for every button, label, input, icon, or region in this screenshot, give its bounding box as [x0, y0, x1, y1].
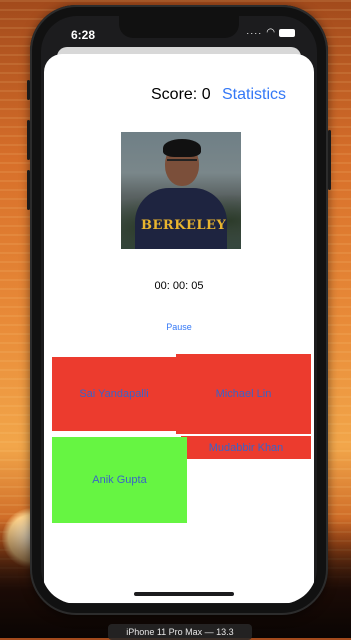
- pause-button[interactable]: Pause: [44, 322, 314, 332]
- volume-up-button: [27, 120, 30, 160]
- answer-option-2[interactable]: Michael Lin: [176, 354, 311, 434]
- power-button: [328, 130, 331, 190]
- answer-option-4[interactable]: Anik Gupta: [52, 437, 187, 523]
- answer-option-1[interactable]: Sai Yandapalli: [52, 357, 176, 431]
- volume-down-button: [27, 170, 30, 210]
- phone-screen: 6:28 ···· ◠ Score: 0 Statistics BERKELEY…: [41, 16, 317, 604]
- photo-person-glasses: [167, 159, 197, 167]
- mute-switch: [27, 80, 30, 100]
- member-photo: BERKELEY: [121, 132, 241, 249]
- timer-label: 00: 00: 05: [154, 280, 204, 292]
- battery-icon: [279, 28, 295, 37]
- answer-option-3[interactable]: Mudabbir Khan: [181, 436, 311, 459]
- status-time: 6:28: [71, 28, 96, 42]
- score-label: Score: 0: [151, 86, 211, 103]
- wifi-icon: ◠: [266, 27, 275, 38]
- hoodie-logo-text: BERKELEY: [141, 218, 227, 233]
- answer-option-2-label: Michael Lin: [215, 388, 272, 400]
- notch: [119, 16, 239, 38]
- status-icons: ···· ◠: [246, 27, 295, 38]
- iphone-frame: 6:28 ···· ◠ Score: 0 Statistics BERKELEY…: [27, 5, 331, 615]
- modal-sheet: Score: 0 Statistics BERKELEY 00: 00: 05 …: [44, 54, 314, 603]
- answer-option-4-label: Anik Gupta: [92, 474, 147, 486]
- answer-option-3-label: Mudabbir Khan: [208, 441, 284, 454]
- home-indicator[interactable]: [134, 592, 234, 596]
- signal-icon: ····: [246, 27, 263, 38]
- statistics-button[interactable]: Statistics: [222, 86, 286, 104]
- answer-option-1-label: Sai Yandapalli: [79, 388, 149, 400]
- photo-person-hair: [163, 139, 201, 157]
